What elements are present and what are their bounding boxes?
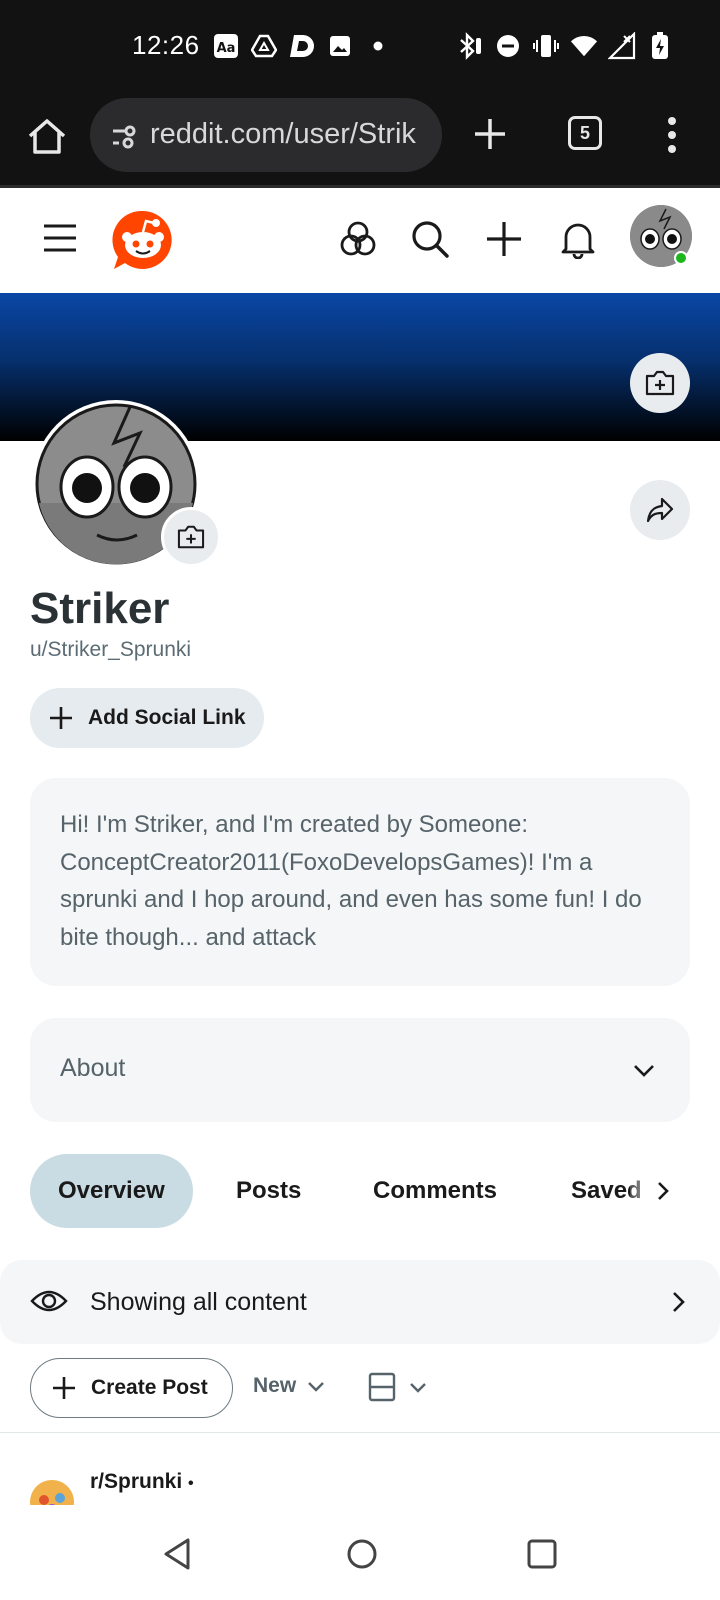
site-settings-icon[interactable] — [110, 122, 140, 152]
status-bar: 12:26 Aa — [0, 0, 720, 94]
profile-bio: Hi! I'm Striker, and I'm created by Some… — [30, 778, 690, 986]
gallery-icon — [326, 32, 354, 60]
chevron-down-icon — [632, 1058, 656, 1082]
sort-dropdown[interactable]: New — [253, 1374, 326, 1398]
home-nav-icon[interactable] — [342, 1534, 382, 1574]
post-subreddit-name: r/Sprunki — [90, 1470, 183, 1493]
reddit-header — [0, 191, 720, 293]
display-name: Striker — [30, 584, 170, 633]
status-time: 12:26 — [132, 30, 200, 60]
tab-switcher-button[interactable]: 5 — [568, 116, 602, 150]
system-nav-bar — [0, 1512, 720, 1600]
post-subreddit[interactable]: r/Sprunki • — [90, 1470, 194, 1494]
eye-icon — [30, 1282, 68, 1320]
back-icon[interactable] — [158, 1534, 198, 1574]
username: u/Striker_Sprunki — [30, 638, 192, 661]
sort-label: New — [253, 1374, 297, 1397]
d-app-icon — [288, 32, 316, 60]
new-tab-icon[interactable] — [470, 114, 510, 154]
create-icon[interactable] — [484, 219, 524, 259]
view-mode-dropdown[interactable] — [368, 1372, 428, 1402]
tab-overview[interactable]: Overview — [30, 1154, 193, 1228]
home-icon[interactable] — [24, 114, 70, 160]
profile-tabs: Overview Posts Comments Saved — [30, 1154, 720, 1228]
svg-text:Aa: Aa — [217, 41, 236, 56]
dnd-icon — [494, 32, 522, 60]
popular-icon[interactable] — [338, 219, 378, 259]
dot-icon — [364, 32, 392, 60]
filter-label: Showing all content — [90, 1288, 307, 1316]
online-status-dot — [674, 251, 688, 265]
translate-icon: Aa — [212, 32, 240, 60]
tab-comments[interactable]: Comments — [373, 1154, 497, 1228]
no-signal-icon — [608, 32, 636, 60]
plus-icon — [50, 707, 72, 729]
about-label: About — [60, 1054, 126, 1082]
add-social-link-label: Add Social Link — [88, 706, 246, 729]
search-icon[interactable] — [410, 219, 450, 259]
menu-icon[interactable] — [42, 223, 78, 253]
create-post-button[interactable]: Create Post — [30, 1358, 233, 1418]
bluetooth-icon — [456, 32, 484, 60]
share-icon — [646, 497, 674, 523]
banner-camera-button[interactable] — [630, 353, 690, 413]
chevron-right-icon[interactable] — [650, 1178, 676, 1204]
battery-charging-icon — [646, 32, 674, 60]
camera-add-icon — [645, 370, 675, 396]
tab-posts[interactable]: Posts — [236, 1154, 301, 1228]
create-post-label: Create Post — [91, 1376, 208, 1399]
divider — [0, 1432, 720, 1433]
drive-icon — [250, 32, 278, 60]
recents-icon[interactable] — [522, 1534, 562, 1574]
browser-toolbar: reddit.com/user/Strik 5 — [0, 94, 720, 188]
more-menu-icon[interactable] — [664, 114, 680, 156]
plus-icon — [53, 1377, 75, 1399]
notifications-icon[interactable] — [558, 219, 598, 260]
vibrate-icon — [532, 32, 560, 60]
avatar-camera-button[interactable] — [161, 507, 221, 567]
share-button[interactable] — [630, 480, 690, 540]
reddit-logo[interactable] — [112, 209, 174, 271]
url-text: reddit.com/user/Strik — [150, 118, 416, 150]
about-section[interactable]: About — [30, 1018, 690, 1122]
add-social-link-button[interactable]: Add Social Link — [30, 688, 264, 748]
chevron-right-icon — [666, 1290, 690, 1314]
address-bar[interactable]: reddit.com/user/Strik — [90, 98, 442, 172]
wifi-icon — [570, 32, 598, 60]
chevron-down-icon — [308, 1382, 325, 1392]
card-view-icon — [368, 1372, 396, 1402]
chevron-down-icon — [410, 1383, 426, 1393]
separator-dot: • — [188, 1475, 194, 1492]
camera-add-icon — [177, 525, 205, 549]
content-filter-row[interactable]: Showing all content — [0, 1260, 720, 1344]
